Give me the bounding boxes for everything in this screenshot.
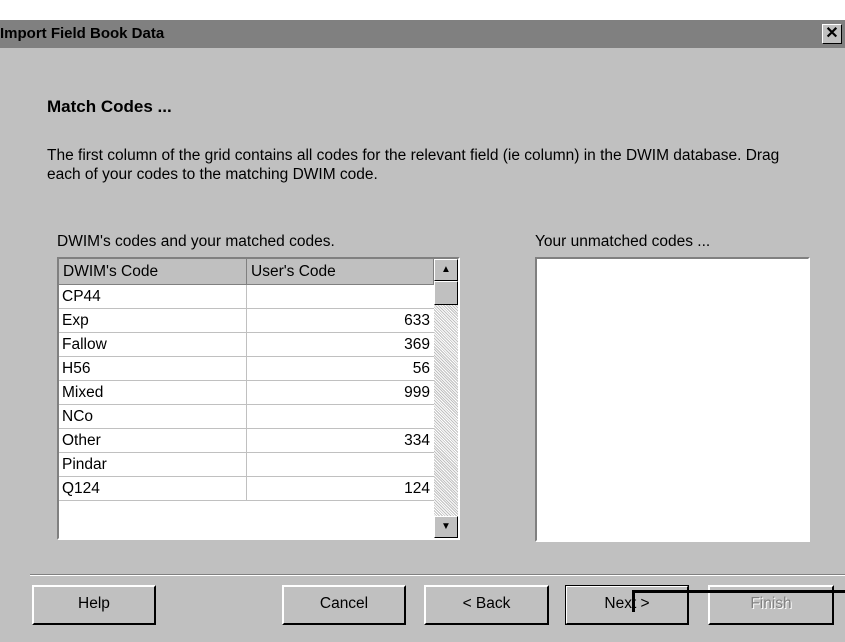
- table-row[interactable]: Pindar: [59, 453, 434, 477]
- table-row[interactable]: Fallow 369: [59, 333, 434, 357]
- table-row[interactable]: Mixed 999: [59, 381, 434, 405]
- dwim-code-cell[interactable]: Q124: [59, 477, 247, 501]
- user-code-cell[interactable]: [247, 453, 434, 477]
- column-header-user-code[interactable]: User's Code: [247, 259, 434, 285]
- scroll-down-icon[interactable]: ▼: [434, 516, 458, 538]
- dwim-code-cell[interactable]: Mixed: [59, 381, 247, 405]
- section-heading: Match Codes ...: [47, 97, 172, 116]
- table-row[interactable]: CP44: [59, 285, 434, 309]
- user-code-cell[interactable]: 369: [247, 333, 434, 357]
- user-code-cell[interactable]: 999: [247, 381, 434, 405]
- table-row[interactable]: NCo: [59, 405, 434, 429]
- dwim-code-cell[interactable]: Pindar: [59, 453, 247, 477]
- dwim-code-cell[interactable]: Other: [59, 429, 247, 453]
- unmatched-codes-list[interactable]: [535, 257, 810, 542]
- next-button-label: Next >: [604, 595, 650, 612]
- section-description: The first column of the grid contains al…: [47, 147, 780, 183]
- close-icon[interactable]: ✕: [822, 24, 842, 44]
- callout-line-vertical: [632, 590, 635, 612]
- user-code-cell[interactable]: 633: [247, 309, 434, 333]
- unmatched-label: Your unmatched codes ...: [535, 233, 711, 250]
- dwim-code-cell[interactable]: CP44: [59, 285, 247, 309]
- user-code-cell[interactable]: 124: [247, 477, 434, 501]
- table-row[interactable]: Q124 124: [59, 477, 434, 501]
- cancel-button[interactable]: Cancel: [282, 585, 406, 625]
- dwim-code-cell[interactable]: Fallow: [59, 333, 247, 357]
- help-button[interactable]: Help: [32, 585, 156, 625]
- back-button-label: < Back: [462, 595, 511, 612]
- user-code-cell[interactable]: [247, 285, 434, 309]
- table-row[interactable]: Exp 633: [59, 309, 434, 333]
- user-code-cell[interactable]: 56: [247, 357, 434, 381]
- user-code-cell[interactable]: 334: [247, 429, 434, 453]
- finish-button-label: Finish: [750, 595, 792, 612]
- dwim-code-cell[interactable]: Exp: [59, 309, 247, 333]
- window-title: Import Field Book Data: [0, 25, 165, 42]
- dwim-code-cell[interactable]: NCo: [59, 405, 247, 429]
- callout-line-horizontal: [632, 590, 845, 593]
- dwim-code-cell[interactable]: H56: [59, 357, 247, 381]
- scroll-thumb[interactable]: [434, 281, 458, 305]
- column-header-dwim-code[interactable]: DWIM's Code: [59, 259, 247, 285]
- scroll-up-icon[interactable]: ▲: [434, 259, 458, 281]
- title-bar: Import Field Book Data: [0, 20, 845, 48]
- grid-label: DWIM's codes and your matched codes.: [57, 233, 335, 250]
- footer-divider-highlight: [30, 575, 845, 576]
- table-row[interactable]: H56 56: [59, 357, 434, 381]
- cancel-button-label: Cancel: [319, 595, 369, 612]
- user-code-cell[interactable]: [247, 405, 434, 429]
- grid-scrollbar[interactable]: ▲ ▼: [434, 259, 458, 538]
- help-button-label: Help: [78, 595, 110, 612]
- back-button[interactable]: < Back: [424, 585, 549, 625]
- table-row[interactable]: Other 334: [59, 429, 434, 453]
- codes-grid[interactable]: DWIM's Code User's Code CP44 Exp 633 Fallow…: [57, 257, 460, 540]
